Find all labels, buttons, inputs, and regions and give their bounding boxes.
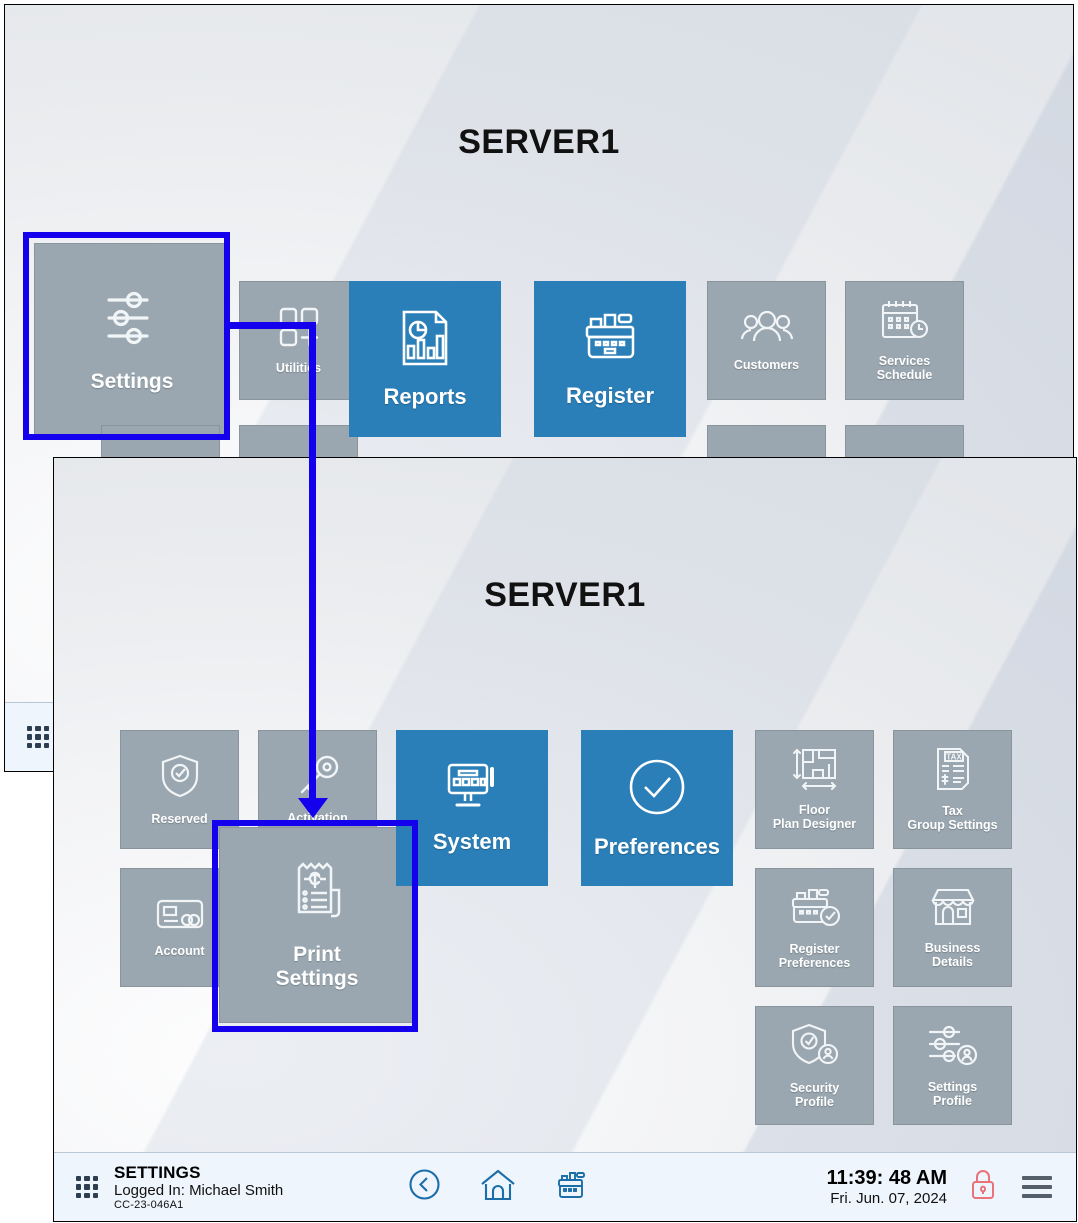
- tile-system[interactable]: System: [396, 730, 548, 886]
- footer-logged-in: Logged In: Michael Smith: [114, 1181, 284, 1199]
- sliders-user-icon: [927, 1023, 979, 1072]
- tile-preferences[interactable]: Preferences: [581, 730, 733, 886]
- credit-card-icon: [156, 897, 204, 936]
- tile-label: Reserved: [151, 812, 208, 826]
- tile-security-profile[interactable]: Security Profile: [755, 1006, 874, 1125]
- check-circle-icon: [626, 756, 688, 823]
- tile-business-details[interactable]: Business Details: [893, 868, 1012, 987]
- tax-document-icon: TAX: [933, 747, 973, 796]
- footer-screen-info: SETTINGS Logged In: Michael Smith CC-23-…: [114, 1163, 283, 1212]
- annotation-arrow-horizontal: [230, 322, 316, 329]
- tile-settings-profile[interactable]: Settings Profile: [893, 1006, 1012, 1125]
- app-grid-icon[interactable]: [27, 726, 49, 748]
- tile-label: Register Preferences: [778, 942, 851, 970]
- tile-services-schedule[interactable]: Services Schedule: [845, 281, 964, 400]
- highlight-box-settings: [23, 232, 230, 440]
- calendar-clock-icon: [880, 299, 930, 346]
- tile-label: Preferences: [594, 834, 720, 860]
- tile-reports[interactable]: Reports: [349, 281, 501, 437]
- tile-label: System: [432, 829, 512, 855]
- footer-date: Fri. Jun. 07, 2024: [830, 1189, 947, 1207]
- window2-footer: SETTINGS Logged In: Michael Smith CC-23-…: [54, 1152, 1076, 1221]
- tile-register-preferences[interactable]: Register Preferences: [755, 868, 874, 987]
- report-chart-icon: [394, 308, 456, 373]
- tile-label: Tax Group Settings: [907, 804, 998, 832]
- footer-screen-title: SETTINGS: [114, 1162, 201, 1182]
- svg-text:TAX: TAX: [946, 753, 962, 762]
- hamburger-menu-icon[interactable]: [1022, 1176, 1052, 1198]
- cash-register-icon[interactable]: [556, 1169, 590, 1206]
- footer-clock: 11:39: 48 AM Fri. Jun. 07, 2024: [827, 1167, 947, 1207]
- tile-label: Account: [154, 944, 205, 958]
- footer-nav: [409, 1169, 590, 1206]
- storefront-icon: [929, 886, 977, 933]
- monitor-pos-icon: [443, 761, 501, 818]
- tile-label: Services Schedule: [876, 354, 933, 382]
- tile-label: Business Details: [924, 941, 981, 969]
- tile-label: Register: [565, 383, 655, 409]
- tile-label: Security Profile: [789, 1081, 840, 1109]
- tile-register[interactable]: Register: [534, 281, 686, 437]
- shield-user-icon: [790, 1022, 840, 1073]
- window1-title: SERVER1: [458, 123, 620, 161]
- lock-icon[interactable]: [969, 1169, 997, 1206]
- tile-tax-group-settings[interactable]: TAX Tax Group Settings: [893, 730, 1012, 849]
- tile-label: Floor Plan Designer: [772, 803, 857, 831]
- key-icon: [296, 754, 340, 803]
- back-circle-icon[interactable]: [409, 1169, 440, 1205]
- annotation-arrow-head: [298, 798, 328, 818]
- tile-utilities[interactable]: Utilities: [239, 281, 358, 400]
- tile-floor-plan-designer[interactable]: Floor Plan Designer: [755, 730, 874, 849]
- tile-label: Reports: [383, 384, 467, 410]
- people-icon: [740, 309, 793, 350]
- window2-title: SERVER1: [484, 576, 646, 614]
- app-grid-icon[interactable]: [76, 1176, 98, 1198]
- annotation-arrow-vertical: [309, 322, 316, 804]
- floor-plan-icon: [792, 748, 838, 795]
- tile-label: Customers: [733, 358, 800, 372]
- footer-code: CC-23-046A1: [114, 1198, 184, 1211]
- tile-label: Settings Profile: [927, 1080, 978, 1108]
- window-settings: SERVER1 Reserved Activation Account Prin…: [53, 457, 1077, 1222]
- register-check-icon: [789, 885, 841, 934]
- tile-customers[interactable]: Customers: [707, 281, 826, 400]
- cash-register-icon: [579, 309, 641, 372]
- footer-time: 11:39: 48 AM: [826, 1166, 947, 1189]
- home-icon[interactable]: [480, 1169, 516, 1206]
- shield-check-icon: [159, 753, 201, 804]
- highlight-box-print-settings: [212, 820, 418, 1032]
